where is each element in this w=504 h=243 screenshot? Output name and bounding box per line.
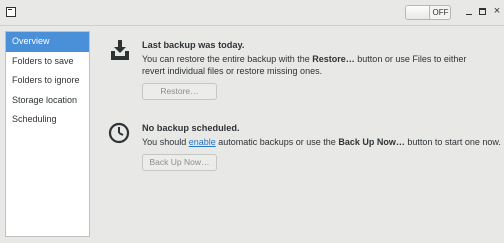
sidebar-item-overview[interactable]: Overview: [6, 32, 89, 52]
no-schedule-heading: No backup scheduled.: [142, 123, 240, 133]
download-tray-icon: [111, 40, 129, 60]
sidebar-item-storage-location[interactable]: Storage location: [6, 91, 89, 111]
back-up-now-button[interactable]: Back Up Now…: [142, 154, 217, 171]
clock-icon: [108, 122, 130, 144]
enable-link[interactable]: enable: [189, 137, 216, 147]
sidebar: Overview Folders to save Folders to igno…: [5, 31, 90, 237]
app-icon: [6, 7, 16, 17]
toggle-knob[interactable]: [406, 6, 430, 19]
sidebar-item-folders-to-ignore[interactable]: Folders to ignore: [6, 71, 89, 91]
schedule-description: You should enable automatic backups or u…: [142, 136, 501, 149]
schedule-text-post: button to start one now.: [404, 137, 501, 147]
schedule-text-mid: automatic backups or use the: [215, 137, 339, 147]
close-button[interactable]: ×: [490, 5, 504, 19]
maximize-icon: [479, 8, 486, 15]
restore-text-post: button or use Files to either: [354, 54, 467, 64]
restore-text-pre: You can restore the entire backup with t…: [142, 54, 313, 64]
toggle-state-label: OFF: [432, 8, 449, 17]
backup-toggle[interactable]: OFF: [405, 5, 451, 20]
last-backup-heading: Last backup was today.: [142, 40, 245, 50]
restore-text-bold: Restore…: [312, 54, 355, 64]
sidebar-item-folders-to-save[interactable]: Folders to save: [6, 52, 89, 72]
minimize-button[interactable]: [462, 5, 476, 19]
restore-description-line2: revert individual files or restore missi…: [142, 66, 323, 76]
restore-button[interactable]: Restore…: [142, 83, 217, 100]
title-bar: OFF ×: [0, 0, 504, 26]
sidebar-item-scheduling[interactable]: Scheduling: [6, 110, 89, 130]
minimize-icon: [466, 14, 472, 15]
maximize-button[interactable]: [476, 5, 490, 19]
schedule-text-bold: Back Up Now…: [338, 137, 405, 147]
schedule-text-pre: You should: [142, 137, 189, 147]
